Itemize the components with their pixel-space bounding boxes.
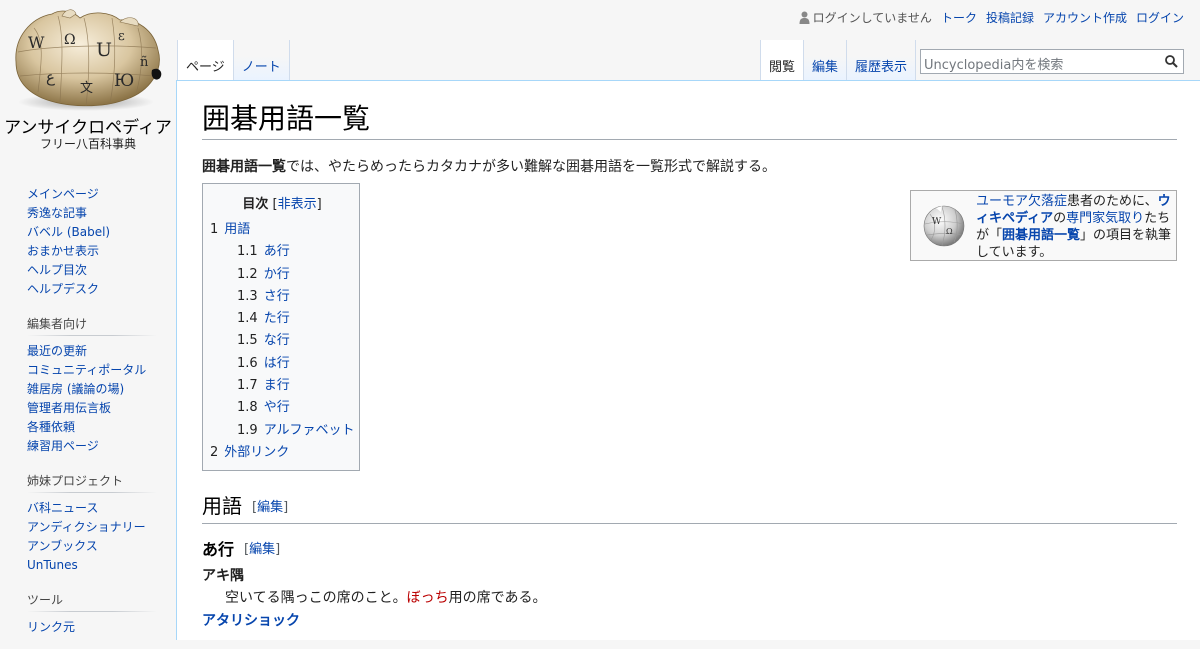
sidebar-item-requests[interactable]: 各種依頼 (27, 420, 75, 434)
tab-talk[interactable]: ノート (232, 40, 290, 80)
toc-item[interactable]: 1.4 た行 (210, 308, 355, 330)
red-link[interactable]: ぼっち (407, 590, 449, 606)
toc-item[interactable]: 1.7 ま行 (210, 375, 355, 397)
view-tabs: 閲覧 編集 履歴表示 (760, 40, 917, 80)
tab-history[interactable]: 履歴表示 (846, 40, 917, 80)
toc-item[interactable]: 1.5 な行 (210, 330, 355, 352)
table-of-contents: 目次 [非表示] 1 用語 1.1 あ行 1.2 か行 1.3 さ行 1.4 た行 1.5… (202, 183, 360, 471)
sidebar-heading-editors: 編集者向け (27, 315, 157, 336)
subsection-heading-a-row: あ行 [編集] (202, 540, 281, 559)
svg-text:ñ: ñ (140, 55, 149, 70)
sidebar-item-helpdesk[interactable]: ヘルプデスク (27, 282, 99, 296)
search-icon[interactable] (1165, 55, 1178, 68)
toc-item[interactable]: 1.2 か行 (210, 264, 355, 286)
sidebar-item-village-pump[interactable]: 雑居房 (議論の場) (27, 382, 124, 396)
wikipedia-globe-icon: W Ω (923, 205, 965, 247)
sidebar-heading-sister: 姉妹プロジェクト (27, 472, 157, 493)
toc-item[interactable]: 1.8 や行 (210, 397, 355, 419)
sidebar-item-news[interactable]: バ科ニュース (27, 501, 98, 515)
toc-item[interactable]: 1.1 あ行 (210, 241, 355, 263)
tab-edit[interactable]: 編集 (803, 40, 847, 80)
talk-link[interactable]: トーク (941, 9, 977, 26)
site-tagline: フリー八百科事典 (39, 137, 136, 151)
svg-text:U: U (96, 39, 112, 61)
svg-text:ε: ε (118, 29, 125, 44)
namespace-tabs: ページ ノート (177, 40, 290, 80)
sidebar-heading-tools: ツール (27, 591, 157, 612)
sidebar-item-untunes[interactable]: UnTunes (27, 558, 78, 572)
intro-text: では、やたらめったらカタカナが多い難解な囲碁用語を一覧形式で解説する。 (286, 159, 776, 175)
sidebar-tools: ツール リンク元 (27, 591, 176, 637)
sidebar-item-help[interactable]: ヘルプ目次 (27, 263, 87, 277)
sidebar-item-dictionary[interactable]: アンディクショナリー (27, 520, 146, 534)
toc-item[interactable]: 1.3 さ行 (210, 286, 355, 308)
search-input[interactable]: Uncyclopedia内を検索 (924, 54, 1063, 73)
sidebar: メインページ 秀逸な記事 バベル (Babel) おまかせ表示 ヘルプ目次 ヘル… (0, 175, 176, 649)
search-box[interactable]: Uncyclopedia内を検索 (920, 49, 1184, 74)
personal-tools: ログインしていません トーク 投稿記録 アカウント作成 ログイン (799, 9, 1184, 26)
sidebar-navigation: メインページ 秀逸な記事 バベル (Babel) おまかせ表示 ヘルプ目次 ヘル… (27, 185, 176, 299)
wikipedia-notice-box: W Ω ユーモア欠落症患者のために、ウィキペディアの専門家気取りたちが「囲碁用語… (910, 190, 1177, 261)
toc-item[interactable]: 1.6 は行 (210, 353, 355, 375)
content-area: 囲碁用語一覧 囲碁用語一覧では、やたらめったらカタカナが多い難解な囲碁用語を一覧… (176, 80, 1200, 640)
intro-paragraph: 囲碁用語一覧では、やたらめったらカタカナが多い難解な囲碁用語を一覧形式で解説する… (202, 156, 776, 176)
toc-title: 目次 [非表示] (242, 197, 322, 212)
login-link[interactable]: ログイン (1136, 9, 1184, 26)
svg-text:Ω: Ω (946, 227, 953, 236)
notice-text: ユーモア欠落症患者のために、ウィキペディアの専門家気取りたちが「囲碁用語一覧」の… (976, 194, 1172, 260)
section-heading-terms: 用語 [編集] (202, 493, 1177, 524)
tab-read[interactable]: 閲覧 (760, 40, 804, 80)
sidebar-item-recent-changes[interactable]: 最近の更新 (27, 344, 87, 358)
sidebar-item-whatlinkshere[interactable]: リンク元 (27, 620, 75, 634)
sidebar-item-random[interactable]: おまかせ表示 (27, 244, 99, 258)
contributions-link[interactable]: 投稿記録 (986, 9, 1034, 26)
sidebar-item-community-portal[interactable]: コミュニティポータル (27, 363, 146, 377)
definition-term: アキ隅 (202, 568, 244, 584)
toc-toggle-link[interactable]: 非表示 (278, 197, 317, 212)
subsection-edit: [編集] (244, 542, 281, 557)
sidebar-item-main-page[interactable]: メインページ (27, 187, 99, 201)
toc-item[interactable]: 1 用語 (210, 219, 355, 241)
sidebar-item-babel[interactable]: バベル (Babel) (27, 225, 110, 239)
sidebar-item-featured[interactable]: 秀逸な記事 (27, 206, 87, 220)
sidebar-item-sandbox[interactable]: 練習用ページ (27, 439, 99, 453)
user-icon (799, 11, 810, 24)
toc-item[interactable]: 1.9 アルファベット (210, 420, 355, 442)
page-title: 囲碁用語一覧 (202, 100, 1177, 140)
toc-item[interactable]: 2 外部リンク (210, 442, 355, 464)
svg-text:文: 文 (80, 81, 93, 96)
svg-text:ع: ع (46, 68, 55, 86)
svg-text:Ю: Ю (114, 71, 134, 91)
section-edit: [編集] (252, 500, 289, 515)
sidebar-editors: 編集者向け 最近の更新 コミュニティポータル 雑居房 (議論の場) 管理者用伝言… (27, 315, 176, 456)
svg-text:W: W (28, 33, 45, 52)
user-status: ログインしていません (799, 9, 932, 26)
sidebar-item-books[interactable]: アンブックス (27, 539, 98, 553)
sidebar-item-admin-board[interactable]: 管理者用伝言板 (27, 401, 111, 415)
puzzle-globe-logo: W ع Ω U ε Ю 文 ñ (15, 9, 162, 111)
create-account-link[interactable]: アカウント作成 (1043, 9, 1127, 26)
definition-term-link[interactable]: アタリショック (202, 610, 300, 630)
svg-text:W: W (932, 217, 942, 227)
intro-bold-term: 囲碁用語一覧 (202, 159, 286, 175)
svg-text:Ω: Ω (64, 32, 76, 48)
definition-description: 空いてる隅っこの席のこと。ぼっち用の席である。 (225, 590, 547, 606)
tab-page[interactable]: ページ (177, 40, 233, 80)
sidebar-sister: 姉妹プロジェクト バ科ニュース アンディクショナリー アンブックス UnTune… (27, 472, 176, 575)
site-logo[interactable]: W ع Ω U ε Ю 文 ñ アンサイクロペディア フリー八百科事典 (0, 0, 176, 160)
